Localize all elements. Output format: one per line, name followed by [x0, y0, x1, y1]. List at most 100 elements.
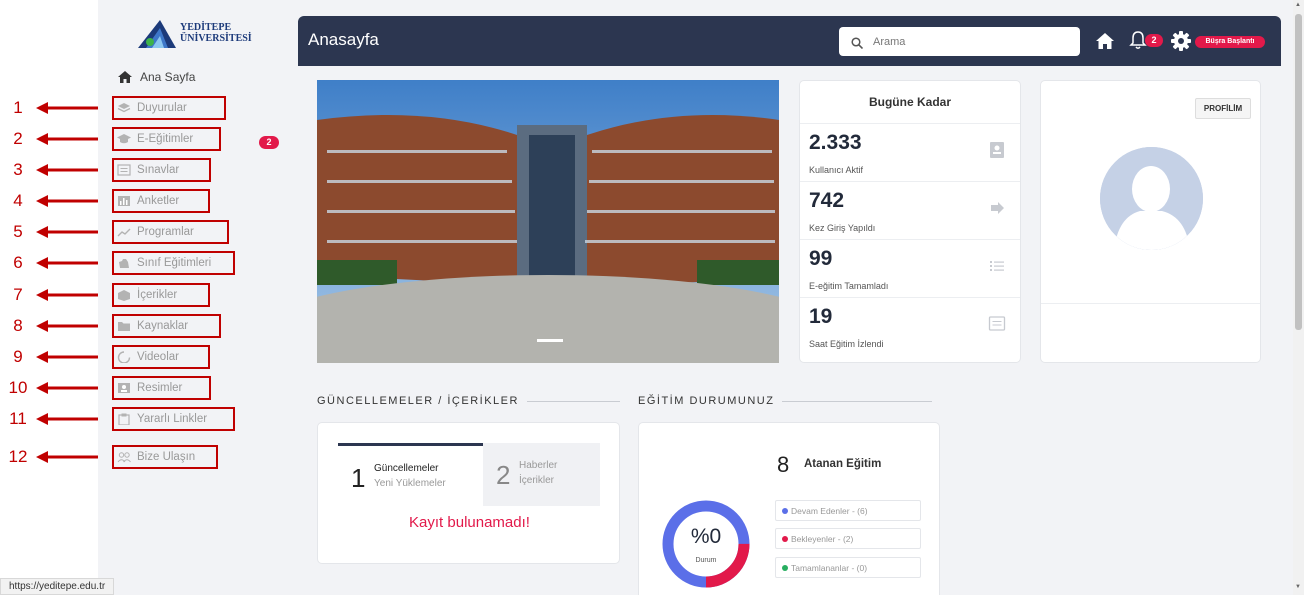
trend-line-icon: [117, 226, 131, 238]
stat-row: 742 Kez Giriş Yapıldı: [800, 182, 1020, 240]
annotation-callout: 2: [0, 127, 110, 151]
my-profile-button[interactable]: PROFİLİM: [1195, 98, 1251, 119]
legend-dot-icon: [782, 535, 788, 542]
divider: [782, 400, 933, 402]
folder-icon: [117, 320, 131, 332]
legend-item: Tamamlananlar - (0): [775, 557, 921, 578]
stat-row: 2.333 Kullanıcı Aktif: [800, 124, 1020, 182]
sidebar-item-label: Ana Sayfa: [140, 70, 196, 84]
stat-label: Saat Eğitim İzlendi: [809, 339, 884, 349]
assigned-label: Atanan Eğitim: [804, 458, 882, 470]
divider: [1041, 303, 1260, 304]
logo-line-2: ÜNİVERSİTESİ: [180, 33, 252, 44]
annotation-callout: 3: [0, 158, 110, 182]
tab-subtitle: İçerikler: [519, 475, 555, 486]
campus-slider-image[interactable]: [317, 80, 779, 363]
sidebar-item-label: Kaynaklar: [137, 320, 189, 332]
annotation-callout: 7: [0, 283, 110, 307]
sidebar-item-1[interactable]: Duyurular: [112, 96, 226, 120]
annotation-number: 2: [13, 129, 23, 148]
progress-label: Durum: [695, 557, 717, 564]
stats-card-title: Bugüne Kadar: [800, 81, 1020, 124]
annotation-number: 3: [13, 160, 23, 179]
annotation-callout: 12: [0, 445, 110, 469]
page-scrollbar[interactable]: ▲ ▼: [1293, 0, 1304, 595]
clipboard-icon: [117, 413, 131, 426]
scroll-down-arrow-icon[interactable]: ▼: [1295, 584, 1301, 590]
sidebar-item-label: E-Eğitimler: [137, 133, 194, 145]
stat-label: Kullanıcı Aktif: [809, 165, 864, 175]
graduation-cap-icon: [117, 133, 131, 145]
progress-value: %0: [690, 525, 722, 548]
university-logo[interactable]: YEDİTEPE ÜNİVERSİTESİ: [138, 16, 258, 50]
tab-updates[interactable]: 1 Güncellemeler Yeni Yüklemeler: [338, 443, 483, 506]
sidebar-item-4[interactable]: Anketler: [112, 189, 210, 213]
annotation-callout: 9: [0, 345, 110, 369]
tab-number: 1: [351, 463, 366, 493]
sidebar: YEDİTEPE ÜNİVERSİTESİ Ana Sayfa Duyurula…: [98, 0, 298, 595]
updates-section-label: GÜNCELLEMELER / İÇERİKLER: [317, 395, 519, 407]
legend-label: Devam Edenler - (6): [791, 505, 868, 516]
bar-chart-icon: [117, 195, 131, 207]
stat-value: 742: [809, 189, 845, 212]
tab-title: Güncellemeler: [374, 463, 439, 474]
legend-item: Devam Edenler - (6): [775, 500, 921, 521]
updates-section-title: GÜNCELLEMELER / İÇERİKLER: [317, 395, 620, 407]
sidebar-item-2[interactable]: E-Eğitimler: [112, 127, 221, 151]
search-input[interactable]: [873, 35, 1063, 48]
search-box[interactable]: [839, 27, 1080, 56]
sidebar-item-10[interactable]: Resimler: [112, 376, 211, 400]
arrow-right-icon: [991, 202, 1004, 214]
tab-subtitle: Yeni Yüklemeler: [374, 478, 446, 489]
sidebar-item-label: İçerikler: [137, 289, 178, 301]
message-icon: [988, 316, 1006, 331]
annotation-callout: 4: [0, 189, 110, 213]
sidebar-item-8[interactable]: Kaynaklar: [112, 314, 221, 338]
sidebar-item-6[interactable]: Sınıf Eğitimleri: [112, 251, 235, 275]
annotation-number: 11: [9, 409, 27, 428]
id-card-icon: [990, 142, 1004, 158]
gear-icon[interactable]: [1171, 31, 1191, 51]
annotation-number: 1: [13, 98, 23, 117]
stat-label: Kez Giriş Yapıldı: [809, 223, 876, 233]
hand-icon: [117, 257, 131, 269]
stats-card: Bugüne Kadar 2.333 Kullanıcı Aktif 742 Kez …: [799, 80, 1021, 363]
sidebar-item-7[interactable]: İçerikler: [112, 283, 210, 307]
users-icon: [117, 451, 131, 463]
sidebar-item-label: Yararlı Linkler: [137, 413, 208, 425]
tab-news[interactable]: 2 Haberler İçerikler: [483, 443, 600, 506]
avatar: [1100, 147, 1203, 250]
legend-label: Tamamlananlar - (0): [791, 562, 868, 573]
home-icon[interactable]: [1096, 33, 1114, 49]
sidebar-item-11[interactable]: Yararlı Linkler: [112, 407, 235, 431]
sidebar-item-label: Anketler: [137, 195, 180, 207]
sidebar-item-3[interactable]: Sınavlar: [112, 158, 211, 182]
annotation-number: 6: [13, 253, 23, 272]
page-title: Anasayfa: [308, 30, 379, 49]
profile-card: PROFİLİM: [1040, 80, 1261, 363]
sidebar-item-home[interactable]: Ana Sayfa: [118, 70, 195, 84]
sidebar-item-label: Programlar: [137, 226, 194, 238]
sidebar-item-label: Duyurular: [137, 102, 187, 114]
annotation-number: 5: [13, 222, 23, 241]
tab-number: 2: [496, 460, 511, 490]
stat-label: E-eğitim Tamamladı: [809, 281, 889, 291]
annotation-number: 9: [13, 347, 23, 366]
layers-icon: [117, 102, 131, 114]
circle-notch-icon: [117, 351, 131, 364]
stat-value: 99: [809, 247, 833, 270]
divider: [526, 400, 620, 402]
list-box-icon: [117, 164, 131, 176]
user-menu-button[interactable]: Büşra Başlantı: [1195, 36, 1265, 48]
annotation-callout: 8: [0, 314, 110, 338]
sidebar-item-label: Sınavlar: [137, 164, 180, 176]
stat-value: 19: [809, 305, 833, 328]
cube-icon: [117, 289, 131, 301]
annotation-callout: 10: [0, 376, 110, 400]
scroll-thumb[interactable]: [1295, 14, 1302, 330]
sidebar-item-12[interactable]: Bize Ulaşın: [112, 445, 218, 469]
sidebar-item-9[interactable]: Videolar: [112, 345, 210, 369]
scroll-up-arrow-icon[interactable]: ▲: [1295, 2, 1301, 8]
sidebar-item-5[interactable]: Programlar: [112, 220, 229, 244]
tab-title: Haberler: [519, 460, 558, 471]
